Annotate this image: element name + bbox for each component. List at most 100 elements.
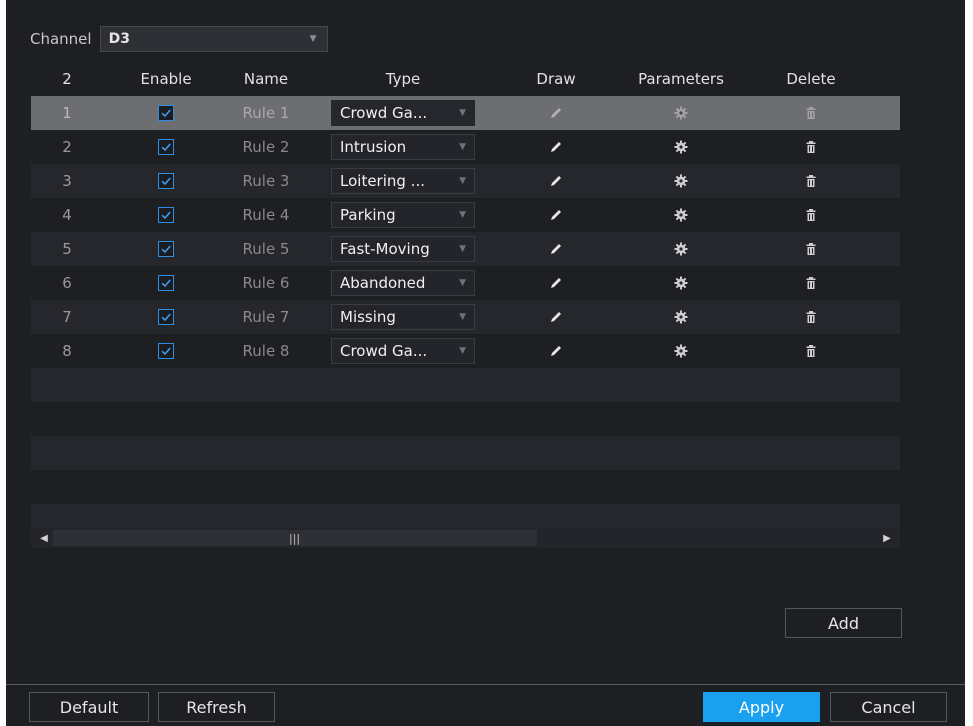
table-row[interactable]: 6 Rule 6 Abandoned ▼ (31, 266, 900, 300)
header-enable: Enable (140, 70, 192, 88)
type-value: Abandoned (340, 274, 426, 292)
row-index: 3 (62, 172, 72, 190)
default-button[interactable]: Default (29, 692, 149, 722)
add-button[interactable]: Add (785, 608, 902, 638)
enable-checkbox[interactable] (158, 207, 174, 223)
empty-row (31, 402, 900, 436)
trash-icon[interactable] (766, 232, 856, 266)
type-dropdown[interactable]: Missing ▼ (331, 304, 475, 330)
row-index: 4 (62, 206, 72, 224)
channel-dropdown[interactable]: D3 ▼ (99, 26, 328, 52)
gear-icon[interactable] (616, 334, 746, 368)
pencil-icon[interactable] (521, 232, 591, 266)
rule-name: Rule 7 (242, 308, 290, 326)
gear-icon[interactable] (616, 266, 746, 300)
cancel-button[interactable]: Cancel (830, 692, 947, 722)
pencil-icon[interactable] (521, 334, 591, 368)
gear-icon[interactable] (616, 96, 746, 130)
trash-icon[interactable] (766, 198, 856, 232)
rule-name: Rule 8 (242, 342, 290, 360)
type-cell: Intrusion ▼ (331, 130, 475, 164)
row-index: 6 (62, 274, 72, 292)
chevron-down-icon: ▼ (459, 244, 466, 254)
pencil-icon[interactable] (521, 266, 591, 300)
scroll-right-arrow-icon[interactable]: ▶ (880, 528, 894, 548)
trash-icon[interactable] (766, 164, 856, 198)
refresh-button[interactable]: Refresh (158, 692, 275, 722)
header-parameters: Parameters (638, 70, 724, 88)
pencil-icon[interactable] (521, 164, 591, 198)
type-cell: Fast-Moving ▼ (331, 232, 475, 266)
gear-icon[interactable] (616, 164, 746, 198)
horizontal-scrollbar[interactable]: ◀ ||| ▶ (31, 528, 900, 548)
trash-icon[interactable] (766, 130, 856, 164)
enable-cell (111, 130, 221, 164)
type-dropdown[interactable]: Fast-Moving ▼ (331, 236, 475, 262)
enable-checkbox[interactable] (158, 343, 174, 359)
enable-cell (111, 266, 221, 300)
rule-name: Rule 2 (242, 138, 290, 156)
chevron-down-icon: ▼ (459, 278, 466, 288)
type-dropdown[interactable]: Parking ▼ (331, 202, 475, 228)
rule-name: Rule 4 (242, 206, 290, 224)
trash-icon[interactable] (766, 334, 856, 368)
gear-icon[interactable] (616, 198, 746, 232)
type-cell: Parking ▼ (331, 198, 475, 232)
gear-icon[interactable] (616, 300, 746, 334)
rule-name: Rule 1 (242, 104, 290, 122)
type-value: Intrusion (340, 138, 407, 156)
type-dropdown[interactable]: Crowd Ga... ▼ (331, 100, 475, 126)
type-value: Crowd Ga... (340, 104, 428, 122)
table-header: 2 Enable Name Type Draw Parameters Delet… (31, 62, 900, 96)
chevron-down-icon: ▼ (459, 176, 466, 186)
chevron-down-icon: ▼ (459, 210, 466, 220)
rule-name: Rule 3 (242, 172, 290, 190)
table-row[interactable]: 4 Rule 4 Parking ▼ (31, 198, 900, 232)
type-dropdown[interactable]: Loitering ... ▼ (331, 168, 475, 194)
enable-checkbox[interactable] (158, 105, 174, 121)
enable-cell (111, 96, 221, 130)
table-row[interactable]: 2 Rule 2 Intrusion ▼ (31, 130, 900, 164)
type-dropdown[interactable]: Abandoned ▼ (331, 270, 475, 296)
grip-icon: ||| (289, 531, 301, 545)
table-row[interactable]: 8 Rule 8 Crowd Ga... ▼ (31, 334, 900, 368)
enable-checkbox[interactable] (158, 309, 174, 325)
table-row[interactable]: 3 Rule 3 Loitering ... ▼ (31, 164, 900, 198)
row-index: 1 (62, 104, 72, 122)
channel-value: D3 (108, 31, 130, 47)
enable-cell (111, 300, 221, 334)
trash-icon[interactable] (766, 266, 856, 300)
apply-button[interactable]: Apply (703, 692, 820, 722)
type-cell: Loitering ... ▼ (331, 164, 475, 198)
enable-checkbox[interactable] (158, 275, 174, 291)
header-count: 2 (62, 70, 72, 88)
pencil-icon[interactable] (521, 130, 591, 164)
enable-checkbox[interactable] (158, 241, 174, 257)
enable-cell (111, 232, 221, 266)
trash-icon[interactable] (766, 300, 856, 334)
row-index: 5 (62, 240, 72, 258)
type-value: Fast-Moving (340, 240, 430, 258)
table-row[interactable]: 7 Rule 7 Missing ▼ (31, 300, 900, 334)
enable-checkbox[interactable] (158, 173, 174, 189)
header-draw: Draw (536, 70, 576, 88)
trash-icon[interactable] (766, 96, 856, 130)
pencil-icon[interactable] (521, 198, 591, 232)
header-name: Name (243, 70, 289, 88)
empty-row (31, 436, 900, 470)
type-dropdown[interactable]: Intrusion ▼ (331, 134, 475, 160)
scroll-thumb[interactable]: ||| (53, 530, 537, 546)
type-cell: Missing ▼ (331, 300, 475, 334)
chevron-down-icon: ▼ (309, 34, 317, 44)
type-dropdown[interactable]: Crowd Ga... ▼ (331, 338, 475, 364)
enable-cell (111, 198, 221, 232)
gear-icon[interactable] (616, 130, 746, 164)
scroll-left-arrow-icon[interactable]: ◀ (37, 528, 51, 548)
enable-checkbox[interactable] (158, 139, 174, 155)
gear-icon[interactable] (616, 232, 746, 266)
pencil-icon[interactable] (521, 96, 591, 130)
table-row[interactable]: 5 Rule 5 Fast-Moving ▼ (31, 232, 900, 266)
table-row[interactable]: 1 Rule 1 Crowd Ga... ▼ (31, 96, 900, 130)
chevron-down-icon: ▼ (459, 346, 466, 356)
pencil-icon[interactable] (521, 300, 591, 334)
